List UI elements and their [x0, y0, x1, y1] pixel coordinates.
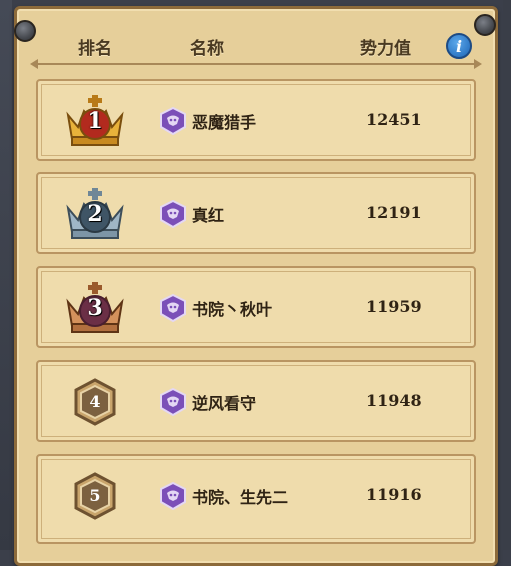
guild-emblem-icon [160, 199, 186, 229]
hexagon-rank-icon: 5 [64, 468, 126, 524]
hexagon-rank-icon: 4 [64, 374, 126, 430]
rank-number: 5 [89, 486, 101, 505]
info-button[interactable]: i [446, 33, 472, 59]
leaderboard-row[interactable]: 4 逆风看守 11948 [36, 360, 476, 442]
gold-crown-rank-icon: 1 [64, 93, 126, 149]
power-value: 12451 [366, 110, 422, 129]
leaderboard-row[interactable]: 2 真红 12191 [36, 172, 476, 254]
header-divider [38, 63, 474, 65]
player-name: 真红 [192, 206, 225, 225]
player-name: 书院、生先二 [192, 488, 289, 507]
bronze-crown-rank-icon: 3 [64, 280, 126, 336]
background-left-edge [0, 0, 12, 550]
background-right-edge [503, 0, 511, 550]
silver-crown-rank-icon: 2 [64, 186, 126, 242]
leaderboard-row[interactable]: 3 书院丶秋叶 11959 [36, 266, 476, 348]
guild-emblem-icon [160, 481, 186, 511]
rank-number: 2 [87, 201, 103, 227]
column-header-name: 名称 [190, 39, 224, 59]
rank-number: 1 [87, 108, 103, 134]
column-header-rank: 排名 [78, 39, 112, 59]
column-header-power: 势力值 [360, 39, 411, 59]
divider-right-arrow-icon [474, 59, 482, 69]
leaderboard-row[interactable]: 1 恶魔猎手 12451 [36, 79, 476, 161]
leaderboard-row[interactable]: 5 书院、生先二 11916 [36, 454, 476, 544]
player-name: 书院丶秋叶 [192, 300, 273, 319]
guild-emblem-icon [160, 106, 186, 136]
divider-left-arrow-icon [30, 59, 38, 69]
power-value: 11916 [366, 485, 422, 504]
player-name: 恶魔猎手 [192, 113, 257, 132]
power-value: 11959 [366, 297, 422, 316]
guild-emblem-icon [160, 293, 186, 323]
guild-emblem-icon [160, 387, 186, 417]
leaderboard-header: 排名 名称 势力值 [14, 22, 498, 62]
power-value: 11948 [366, 391, 422, 410]
rank-number: 4 [89, 392, 101, 411]
player-name: 逆风看守 [192, 394, 257, 413]
power-value: 12191 [366, 203, 422, 222]
rank-number: 3 [87, 295, 103, 321]
